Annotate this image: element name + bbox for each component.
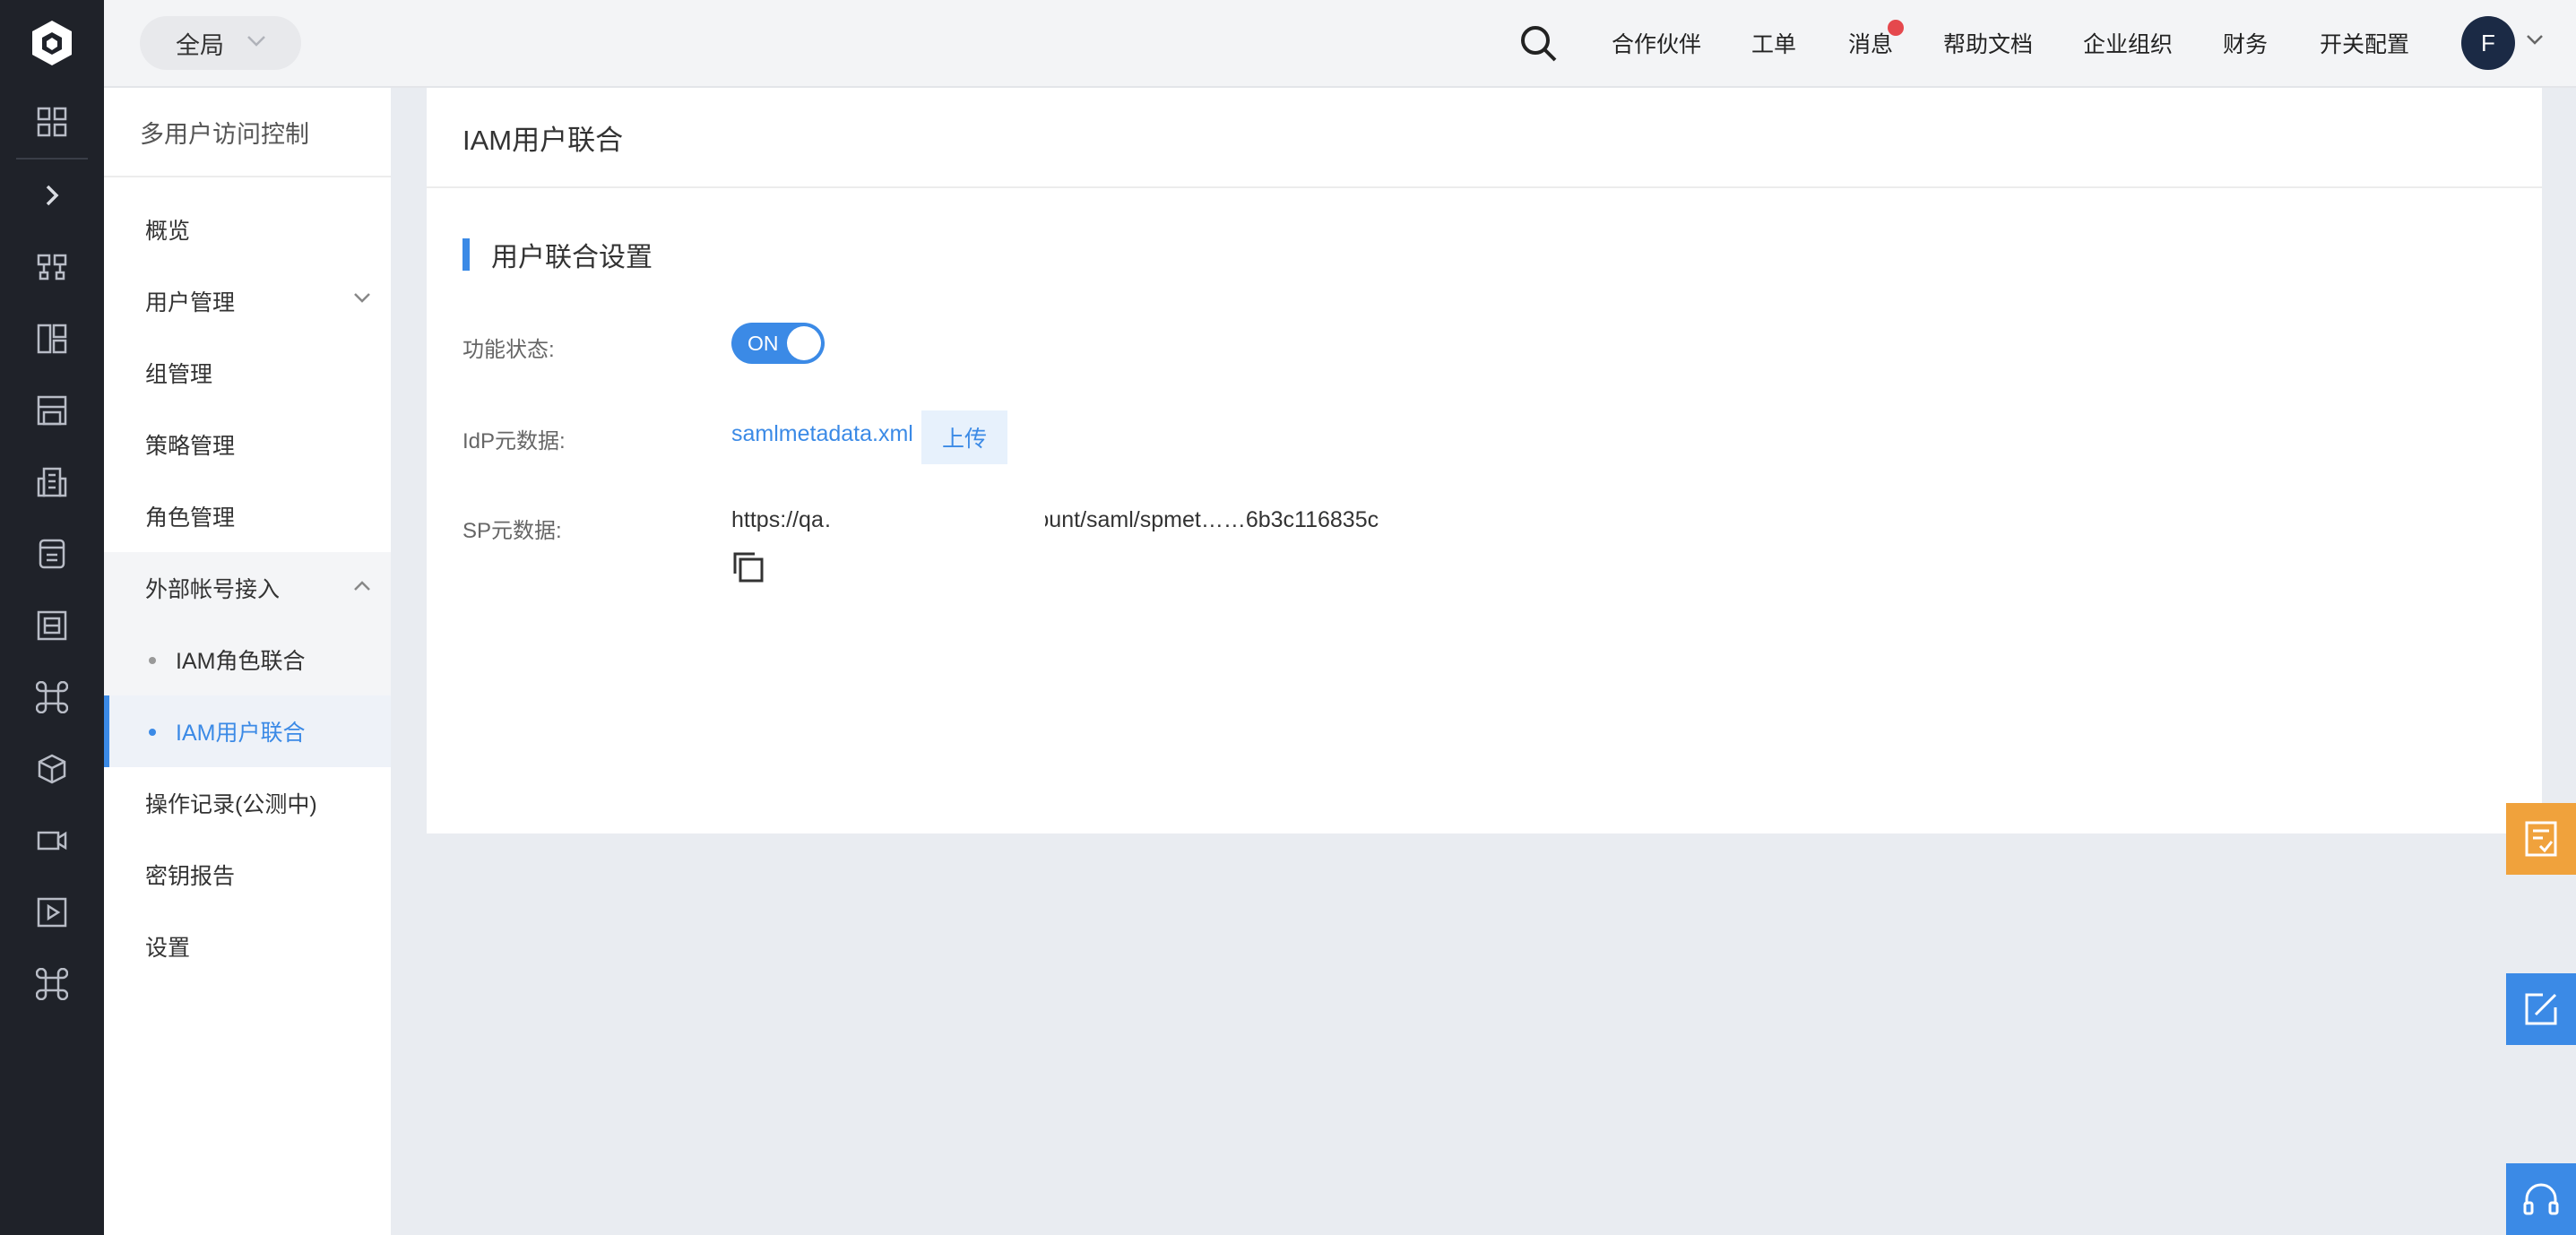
- server-icon[interactable]: [0, 590, 104, 661]
- nav-messages-label: 消息: [1848, 32, 1894, 57]
- chevron-down-icon: [354, 293, 370, 303]
- nav-finance[interactable]: 财务: [2223, 0, 2268, 86]
- secondary-sidebar: 多用户访问控制 概览 用户管理 组管理 策略管理 角色管理 外部帐号接入 IAM…: [104, 88, 391, 1235]
- checklist-icon: [2525, 821, 2557, 857]
- sidebar-subitem-iam-user-federation[interactable]: IAM用户联合: [104, 695, 391, 767]
- nav-messages[interactable]: 消息: [1848, 0, 1905, 86]
- command-icon[interactable]: [0, 661, 104, 733]
- nav-help-docs-label: 帮助文档: [1943, 32, 2034, 57]
- sidebar-item-label: 概览: [145, 219, 191, 244]
- sidebar-group-external: 外部帐号接入 IAM角色联合 IAM用户联合: [104, 552, 391, 767]
- redaction-block: [830, 504, 1045, 540]
- sidebar-item-label: 密钥报告: [145, 864, 236, 889]
- sidebar-item-operation-log[interactable]: 操作记录(公测中): [104, 767, 391, 839]
- sidebar-item-overview[interactable]: 概览: [104, 194, 391, 265]
- nav-switch-config[interactable]: 开关配置: [2320, 0, 2409, 86]
- status-label: 功能状态:: [462, 338, 555, 362]
- sidebar-subitem-label: IAM角色联合: [176, 649, 306, 674]
- headset-icon: [2523, 1183, 2559, 1215]
- sidebar-item-user-management[interactable]: 用户管理: [104, 265, 391, 337]
- edit-float-button[interactable]: [2506, 973, 2576, 1045]
- idp-file-link[interactable]: samlmetadata.xml: [731, 421, 913, 447]
- scope-label: 全局: [176, 31, 224, 59]
- video-icon[interactable]: [0, 805, 104, 877]
- sp-label: SP元数据:: [462, 519, 562, 543]
- nav-enterprise-label: 企业组织: [2083, 32, 2174, 57]
- main-card: IAM用户联合 用户联合设置 功能状态: ON IdP元数据: samlmeta…: [427, 88, 2542, 833]
- package-icon[interactable]: [0, 733, 104, 805]
- chevron-down-icon: [247, 36, 265, 47]
- sidebar-item-label: 角色管理: [145, 505, 236, 531]
- sidebar-item-settings[interactable]: 设置: [104, 911, 391, 982]
- sidebar-item-label: 设置: [145, 936, 191, 961]
- sidebar-item-key-report[interactable]: 密钥报告: [104, 839, 391, 911]
- avatar-letter: F: [2481, 29, 2495, 56]
- bullet-icon: [149, 729, 156, 736]
- sidebar-item-role-management[interactable]: 角色管理: [104, 480, 391, 552]
- unread-badge: [1888, 20, 1905, 36]
- play-icon[interactable]: [0, 877, 104, 948]
- nav-messages-wrap: 消息: [1848, 20, 1905, 59]
- expand-icon[interactable]: [0, 160, 104, 231]
- nav-tickets[interactable]: 工单: [1751, 0, 1796, 86]
- sidebar-item-label: 组管理: [145, 362, 213, 387]
- chevron-down-icon[interactable]: [2526, 34, 2544, 47]
- sidebar-title: 多用户访问控制: [104, 88, 391, 177]
- nav-help-docs[interactable]: 帮助文档: [1943, 0, 2033, 86]
- database-icon[interactable]: [0, 518, 104, 590]
- sidebar-subitem-label: IAM用户联合: [176, 721, 306, 746]
- left-rail: [0, 0, 104, 1235]
- logo-icon[interactable]: [0, 0, 104, 86]
- federation-toggle[interactable]: ON: [731, 323, 825, 364]
- nav-tickets-label: 工单: [1751, 32, 1797, 57]
- sidebar-item-label: 外部帐号接入: [145, 577, 281, 602]
- top-header: 全局 合作伙伴 工单 消息 帮助文档 企业组织 财务 开关配置 F: [104, 0, 2576, 88]
- dashboard-icon[interactable]: [0, 303, 104, 375]
- section-title: 用户联合设置: [462, 238, 653, 272]
- storage-icon[interactable]: [0, 375, 104, 446]
- command-icon[interactable]: [0, 948, 104, 1020]
- sidebar-item-external-accounts[interactable]: 外部帐号接入: [104, 552, 391, 624]
- nav-partners-label: 合作伙伴: [1612, 32, 1702, 57]
- nav-partners[interactable]: 合作伙伴: [1612, 0, 1701, 86]
- sidebar-item-group-management[interactable]: 组管理: [104, 337, 391, 409]
- topology-icon[interactable]: [0, 231, 104, 303]
- sidebar-item-label: 用户管理: [145, 290, 236, 315]
- sp-metadata-url: https://qa…….com/api/iam/account/saml/sp…: [731, 507, 1379, 532]
- support-float-button[interactable]: [2506, 1163, 2576, 1235]
- feedback-float-button[interactable]: [2506, 803, 2576, 875]
- sidebar-item-label: 操作记录(公测中): [145, 792, 317, 817]
- edit-icon: [2525, 993, 2557, 1025]
- search-icon[interactable]: [1518, 23, 1560, 65]
- nav-enterprise[interactable]: 企业组织: [2083, 0, 2173, 86]
- grid-icon[interactable]: [0, 86, 104, 158]
- nav-finance-label: 财务: [2223, 32, 2269, 57]
- sidebar-item-policy-management[interactable]: 策略管理: [104, 409, 391, 480]
- scope-selector[interactable]: 全局: [140, 16, 301, 70]
- idp-label: IdP元数据:: [462, 429, 566, 453]
- toggle-knob: [787, 326, 821, 360]
- page-title: IAM用户联合: [427, 88, 2542, 188]
- sidebar-subitem-iam-role-federation[interactable]: IAM角色联合: [104, 624, 391, 695]
- bullet-icon: [149, 657, 156, 664]
- nav-switch-config-label: 开关配置: [2320, 32, 2410, 57]
- avatar[interactable]: F: [2461, 16, 2515, 70]
- sidebar-item-label: 策略管理: [145, 434, 236, 459]
- redaction-block: [1409, 504, 1678, 540]
- copy-icon[interactable]: [730, 548, 765, 584]
- toggle-text: ON: [748, 331, 779, 355]
- chevron-up-icon: [354, 581, 370, 591]
- building-icon[interactable]: [0, 446, 104, 518]
- upload-button[interactable]: 上传: [921, 410, 1007, 464]
